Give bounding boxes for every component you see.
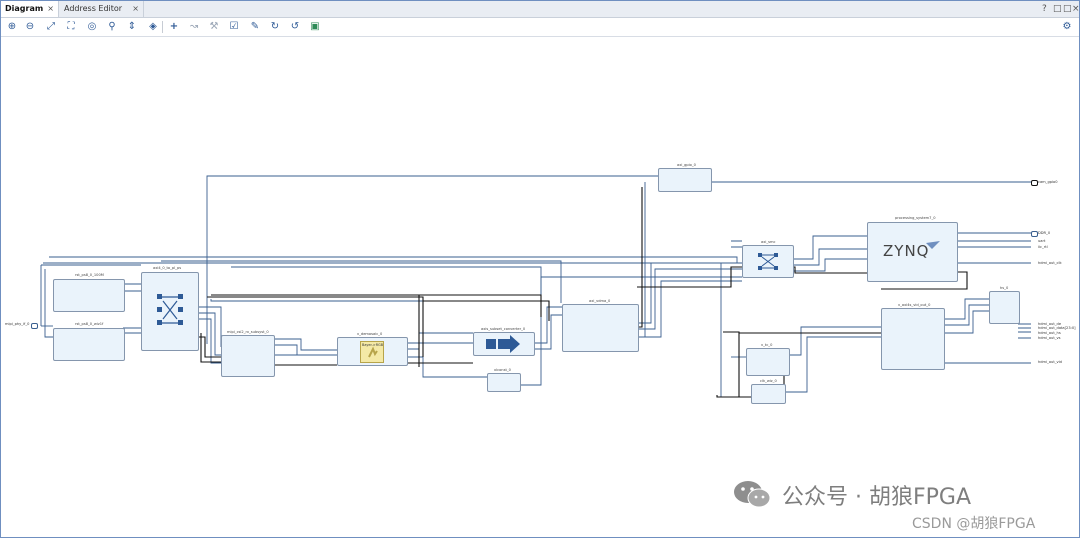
regenerate-icon[interactable]: ↻ [268,20,282,34]
tab-bar: Diagram × Address Editor × ? □ □ × [1,1,1080,18]
converter-arrow-icon [486,335,520,353]
ddr-port-icon [1031,231,1038,237]
hs-label: hs_0 [1000,286,1009,290]
axi-vdma-label: axi_vdma_0 [589,299,611,303]
rst-ps8-wiz-label: rst_ps8_0_wiz1f [75,322,104,326]
clk-wiz-label: clk_wiz_0 [760,379,777,383]
vid-out-block[interactable] [881,308,945,370]
cam-gpio-port-icon [1031,180,1038,186]
hls-logo-icon: Bayer->RGB [360,341,384,363]
hdmi-vid-port-label: hdmi_out_vid [1038,360,1062,364]
axis-subset-block[interactable] [473,332,535,356]
help-icon[interactable]: ? [1042,1,1047,17]
v-demosaic-block[interactable]: Bayer->RGB [337,337,408,366]
rst-ps8-100m-label: rst_ps8_0_100M [75,273,104,277]
hdmi-hs-port-label: hdmi_out_hs [1038,331,1061,335]
rst-ps8-100m-block[interactable] [53,279,125,312]
search-icon[interactable]: ⚲ [105,20,119,34]
zoom-out-icon[interactable]: ⊖ [23,20,37,34]
mipi-phy-port-icon [31,323,38,329]
tab-address-editor-close-icon[interactable]: × [132,1,139,17]
axi-gpio-label: axi_gpio_0 [677,163,696,167]
validate-icon[interactable]: ☑ [227,20,241,34]
axi-smc-block[interactable] [742,245,794,278]
v-tc-label: v_tc_0 [761,343,773,347]
axi-vdma-block[interactable] [562,304,639,352]
mipi-csi2-label: mipi_csi2_rx_subsyst_0 [227,330,269,334]
diagram-canvas[interactable]: mipi_phy_if_0 rst_ps8_0_100M rst_ps8_0_w… [1,37,1079,536]
smartconnect-icon [758,253,778,270]
axi-interconnect-block[interactable] [141,272,199,351]
hdmi-data-port-label: hdmi_out_data[23:0] [1038,326,1076,330]
axis-subset-label: axis_subset_converter_0 [481,327,526,331]
tab-diagram-close-icon[interactable]: × [47,1,54,17]
hs-block[interactable] [989,291,1020,324]
processing-system-label: processing_system7_0 [895,216,936,220]
pin-icon[interactable]: ✎ [248,20,262,34]
diagram-toolbar: ⊕ ⊖ ⤢ ⛶ ◎ ⚲ ⇕ ◈ + ↝ ⚒ ☑ ✎ ↻ ↺ ▣ ⚙ [1,18,1079,37]
watermark-channel: 公众号 · 胡狼FPGA [782,485,971,510]
xlconst-block[interactable] [487,373,521,392]
processing-system-block[interactable]: ZYNQ [867,222,958,282]
v-tc-block[interactable] [746,348,790,376]
vid-out-label: v_axi4s_vid_out_0 [898,303,931,307]
close-icon[interactable]: × [1072,1,1080,17]
rst-ps8-wiz-block[interactable] [53,328,125,361]
hls-arrow-icon [368,346,378,358]
collapse-icon[interactable]: ⇕ [125,20,139,34]
maximize-icon[interactable]: □ [1063,1,1072,17]
wrench-icon[interactable]: ⚒ [207,20,221,34]
toolbar-separator [162,21,163,33]
chip-icon[interactable]: ▣ [308,20,322,34]
add-ip-icon[interactable]: + [167,20,181,34]
watermark-csdn: CSDN @胡狼FPGA [912,516,1036,532]
tab-diagram[interactable]: Diagram × [1,1,59,17]
restore-icon[interactable]: □ [1053,1,1062,17]
crossbar-icon [157,294,183,325]
refresh-icon[interactable]: ↺ [288,20,302,34]
uart-port-label: uart [1038,239,1046,243]
zynq-swoosh-icon [926,241,940,249]
tab-address-editor-label: Address Editor [64,4,123,13]
zoom-fit-icon[interactable]: ⤢ [44,20,58,34]
iic-port-label: iic_rtl [1038,245,1048,249]
tab-diagram-label: Diagram [5,4,44,13]
axi-smc-label: axi_smc [761,240,776,244]
axi-gpio-block[interactable] [658,168,712,192]
hdmi-vs-port-label: hdmi_out_vs [1038,336,1061,340]
tab-address-editor[interactable]: Address Editor × [60,1,144,17]
axi-interconnect-label: axi4_0_to_pl_ps [153,266,182,270]
mipi-csi2-block[interactable] [221,335,275,377]
make-connection-icon[interactable]: ↝ [187,20,201,34]
cam-gpio-port-label: cam_gpio0 [1038,180,1058,184]
expand-icon[interactable]: ◈ [146,20,160,34]
ddr-port-label: DDR_0 [1038,231,1051,235]
wechat-logo-icon [734,481,771,508]
zoom-in-icon[interactable]: ⊕ [5,20,19,34]
mipi-phy-port-label: mipi_phy_if_0 [5,322,30,326]
clk-wiz-block[interactable] [751,384,786,404]
auto-connect-icon[interactable]: ◎ [85,20,99,34]
xlconst-label: xlconst_0 [494,368,511,372]
zoom-selection-icon[interactable]: ⛶ [64,20,78,34]
hdmi-out-clk-port-label: hdmi_out_clk [1038,261,1062,265]
settings-icon[interactable]: ⚙ [1060,20,1074,34]
v-demosaic-label: v_demosaic_0 [357,332,383,336]
